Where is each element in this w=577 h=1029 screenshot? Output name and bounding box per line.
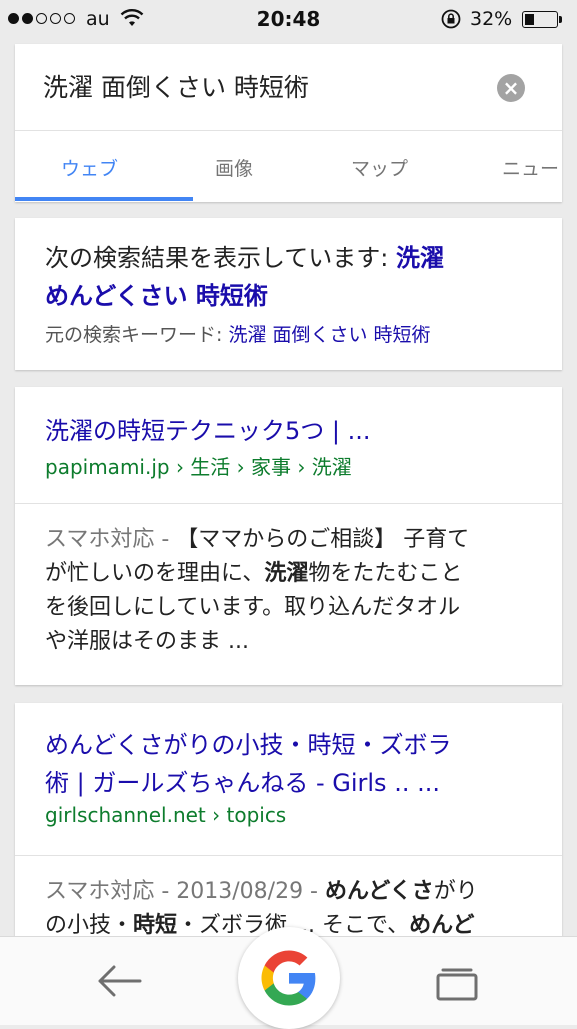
correction-line-2: めんどくさい 時短術 (45, 276, 268, 311)
result-divider (15, 503, 562, 504)
snippet-highlight: 洗濯 (264, 561, 309, 586)
snippet-text: の小技・ (45, 913, 134, 938)
search-input[interactable]: 洗濯 面倒くさい 時短術 (43, 68, 309, 104)
corrected-query-link-cont[interactable]: めんどくさい 時短術 (45, 282, 268, 310)
snippet-text: 【ママからのご相談】 子育て (176, 527, 470, 552)
back-arrow-icon[interactable] (96, 963, 142, 999)
snippet-text: がり (433, 879, 478, 904)
rotation-lock-icon (440, 8, 462, 35)
original-query-line: 元の検索キーワード: 洗濯 面倒くさい 時短術 (45, 320, 431, 347)
snippet-highlight: 時短 (133, 913, 178, 938)
tab-news[interactable]: ニュー (502, 154, 559, 181)
result-snippet-line: スマホ対応 - 2013/08/29 - めんどくさがり (45, 873, 478, 905)
result-snippet-line: の小技・時短・ズボラ術 ... そこで、めんど (45, 907, 474, 939)
tab-maps[interactable]: マップ (351, 154, 408, 181)
active-tab-indicator (15, 197, 193, 201)
original-query-link[interactable]: 洗濯 面倒くさい 時短術 (228, 324, 430, 346)
bottom-toolbar (0, 927, 577, 1029)
battery-icon (522, 11, 562, 28)
clear-icon[interactable]: × (497, 74, 525, 102)
result-snippet-line: が忙しいのを理由に、洗濯物をたたむこと (45, 555, 462, 587)
tab-web[interactable]: ウェブ (61, 154, 118, 181)
tab-images[interactable]: 画像 (215, 154, 253, 181)
result-title-link[interactable]: めんどくさがりの小技・時短・ズボラ (45, 725, 452, 760)
search-box[interactable]: 洗濯 面倒くさい 時短術 × (15, 44, 562, 131)
result-snippet-line: や洋服はそのまま ... (45, 629, 249, 654)
google-g-icon[interactable] (238, 927, 340, 1029)
search-result: 洗濯の時短テクニック5つ | ... papimami.jp › 生活 › 家事… (15, 387, 562, 685)
search-tabs: ウェブ 画像 マップ ニュー (15, 130, 562, 202)
battery-percent: 32% (470, 8, 513, 30)
snippet-label: スマホ対応 - (45, 527, 177, 552)
tabs-icon[interactable] (436, 967, 478, 1001)
snippet-highlight: めんど (409, 913, 475, 938)
original-query-label: 元の検索キーワード: (45, 324, 229, 346)
result-title-link-cont[interactable]: 術 | ガールズちゃんねる - Girls .. ... (45, 763, 440, 798)
snippet-text: 物をたたむこと (308, 561, 463, 586)
snippet-highlight: めんどくさ (325, 879, 434, 904)
correction-line-1: 次の検索結果を表示しています: 洗濯 (45, 238, 444, 273)
result-url: papimami.jp › 生活 › 家事 › 洗濯 (45, 455, 352, 479)
search-card: 洗濯 面倒くさい 時短術 × ウェブ 画像 マップ ニュー (15, 44, 562, 202)
result-snippet-line: スマホ対応 - 【ママからのご相談】 子育て (45, 521, 469, 553)
snippet-label: スマホ対応 - 2013/08/29 - (45, 879, 325, 904)
corrected-query-link[interactable]: 洗濯 (396, 244, 444, 272)
correction-prefix: 次の検索結果を表示しています: (45, 244, 396, 272)
status-bar: au 20:48 32% (0, 0, 577, 40)
snippet-text: が忙しいのを理由に、 (45, 561, 265, 586)
result-snippet-line: を後回しにしています。取り込んだタオル (45, 595, 461, 620)
result-divider (15, 855, 562, 856)
spelling-correction-card: 次の検索結果を表示しています: 洗濯 めんどくさい 時短術 元の検索キーワード:… (15, 218, 562, 370)
result-title-link[interactable]: 洗濯の時短テクニック5つ | ... (45, 411, 371, 446)
result-url: girlschannel.net › topics (45, 803, 287, 827)
